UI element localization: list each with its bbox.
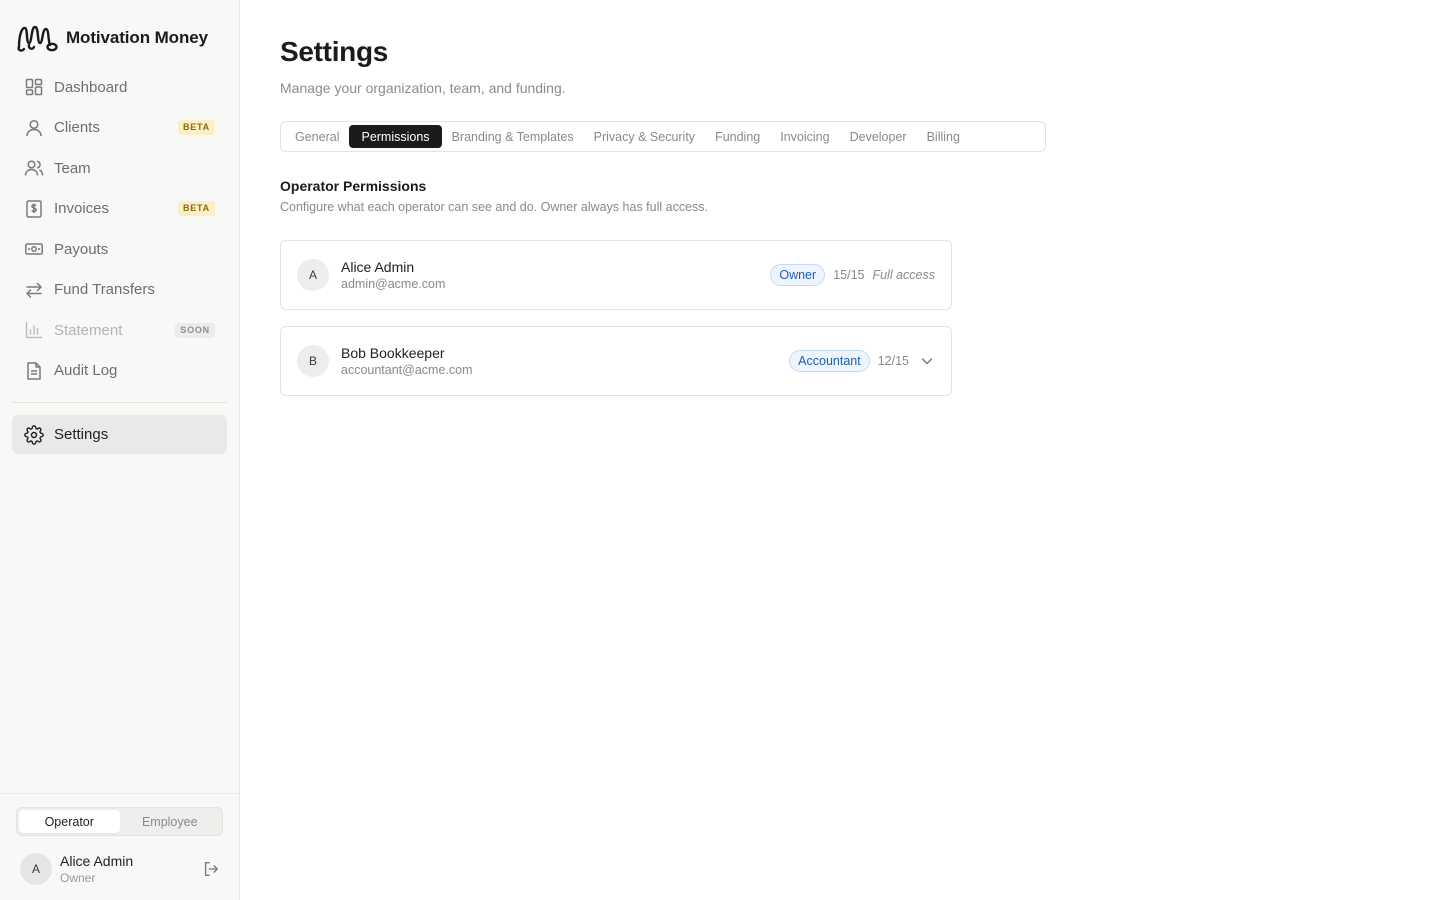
operator-email: accountant@acme.com <box>341 363 473 377</box>
tab-billing[interactable]: Billing <box>917 125 970 148</box>
sidebar-item-fund-transfers[interactable]: Fund Transfers <box>12 270 227 311</box>
sidebar-item-label: Audit Log <box>54 362 118 380</box>
mode-employee-button[interactable]: Employee <box>120 810 221 833</box>
role-badge: Accountant <box>789 350 870 372</box>
user-name: Alice Admin <box>60 852 134 869</box>
user-role: Owner <box>60 870 96 885</box>
invoice-dollar-icon <box>24 199 44 219</box>
tab-invoicing[interactable]: Invoicing <box>770 125 839 148</box>
main-content: Settings Manage your organization, team,… <box>240 0 1440 900</box>
section-description: Configure what each operator can see and… <box>280 200 709 214</box>
users-icon <box>24 158 44 178</box>
current-user: A Alice Admin Owner <box>20 852 220 886</box>
operator-name: Bob Bookkeeper <box>341 345 445 361</box>
operator-meta: Accountant 12/15 <box>789 350 935 372</box>
page-subtitle: Manage your organization, team, and fund… <box>280 80 566 96</box>
beta-badge: BETA <box>177 120 215 136</box>
sidebar-item-payouts[interactable]: Payouts <box>12 229 227 270</box>
logout-icon[interactable] <box>202 860 220 878</box>
role-badge: Owner <box>770 264 826 286</box>
mode-operator-button[interactable]: Operator <box>19 810 120 833</box>
brand-logo-icon <box>17 25 58 52</box>
tab-permissions[interactable]: Permissions <box>349 125 442 148</box>
mode-toggle: Operator Employee <box>16 807 223 836</box>
sidebar-item-statement: Statement SOON <box>12 310 227 351</box>
operator-card: A Alice Admin admin@acme.com Owner 15/15… <box>280 240 952 310</box>
operator-name: Alice Admin <box>341 259 415 275</box>
sidebar-item-label: Dashboard <box>54 78 128 96</box>
sidebar-item-label: Fund Transfers <box>54 281 155 299</box>
tab-developer[interactable]: Developer <box>840 125 917 148</box>
permission-count: 15/15 <box>833 268 865 282</box>
sidebar-item-label: Settings <box>54 426 109 443</box>
operator-email: admin@acme.com <box>341 277 446 291</box>
operator-info: Bob Bookkeeper accountant@acme.com <box>341 344 789 378</box>
beta-badge: BETA <box>177 201 215 217</box>
dashboard-grid-icon <box>24 77 44 97</box>
brand[interactable]: Motivation Money <box>16 22 208 54</box>
sidebar-item-invoices[interactable]: Invoices BETA <box>12 189 227 230</box>
sidebar-item-settings[interactable]: Settings <box>12 415 227 454</box>
sidebar-footer: Operator Employee A Alice Admin Owner <box>0 793 239 900</box>
avatar: A <box>20 853 52 885</box>
sidebar-item-label: Payouts <box>54 240 109 258</box>
gear-icon <box>24 424 44 445</box>
sidebar-item-label: Team <box>54 159 91 177</box>
settings-tabs: General Permissions Branding & Templates… <box>280 121 1046 152</box>
section-title: Operator Permissions <box>280 178 427 194</box>
sidebar-item-dashboard[interactable]: Dashboard <box>12 67 227 108</box>
sidebar: Motivation Money Dashboard Clients BETA … <box>0 0 240 900</box>
user-info: Alice Admin Owner <box>60 853 202 886</box>
soon-badge: SOON <box>175 322 215 338</box>
sidebar-item-label: Statement <box>54 321 123 339</box>
tab-funding[interactable]: Funding <box>705 125 770 148</box>
permission-count: 12/15 <box>877 354 909 368</box>
operator-card[interactable]: B Bob Bookkeeper accountant@acme.com Acc… <box>280 326 952 396</box>
sidebar-nav: Dashboard Clients BETA Team Invoices BET… <box>12 67 227 391</box>
operator-info: Alice Admin admin@acme.com <box>341 258 770 292</box>
full-access-note: Full access <box>872 268 935 282</box>
sidebar-item-clients[interactable]: Clients BETA <box>12 108 227 149</box>
sidebar-item-team[interactable]: Team <box>12 148 227 189</box>
brand-name: Motivation Money <box>66 28 208 47</box>
user-icon <box>24 118 44 138</box>
sidebar-item-audit-log[interactable]: Audit Log <box>12 351 227 392</box>
arrows-left-right-icon <box>24 280 44 300</box>
tab-privacy-security[interactable]: Privacy & Security <box>584 125 705 148</box>
sidebar-divider <box>12 402 227 403</box>
chevron-down-icon[interactable] <box>919 353 935 369</box>
bar-chart-icon <box>24 320 44 340</box>
operator-meta: Owner 15/15 Full access <box>770 264 935 286</box>
avatar: A <box>297 259 329 291</box>
banknote-icon <box>24 239 44 259</box>
tab-general[interactable]: General <box>285 125 349 148</box>
sidebar-item-label: Invoices <box>54 200 110 218</box>
page-title: Settings <box>280 36 389 67</box>
tab-branding-templates[interactable]: Branding & Templates <box>442 125 584 148</box>
sidebar-item-label: Clients <box>54 119 100 137</box>
document-icon <box>24 361 44 381</box>
avatar: B <box>297 345 329 377</box>
